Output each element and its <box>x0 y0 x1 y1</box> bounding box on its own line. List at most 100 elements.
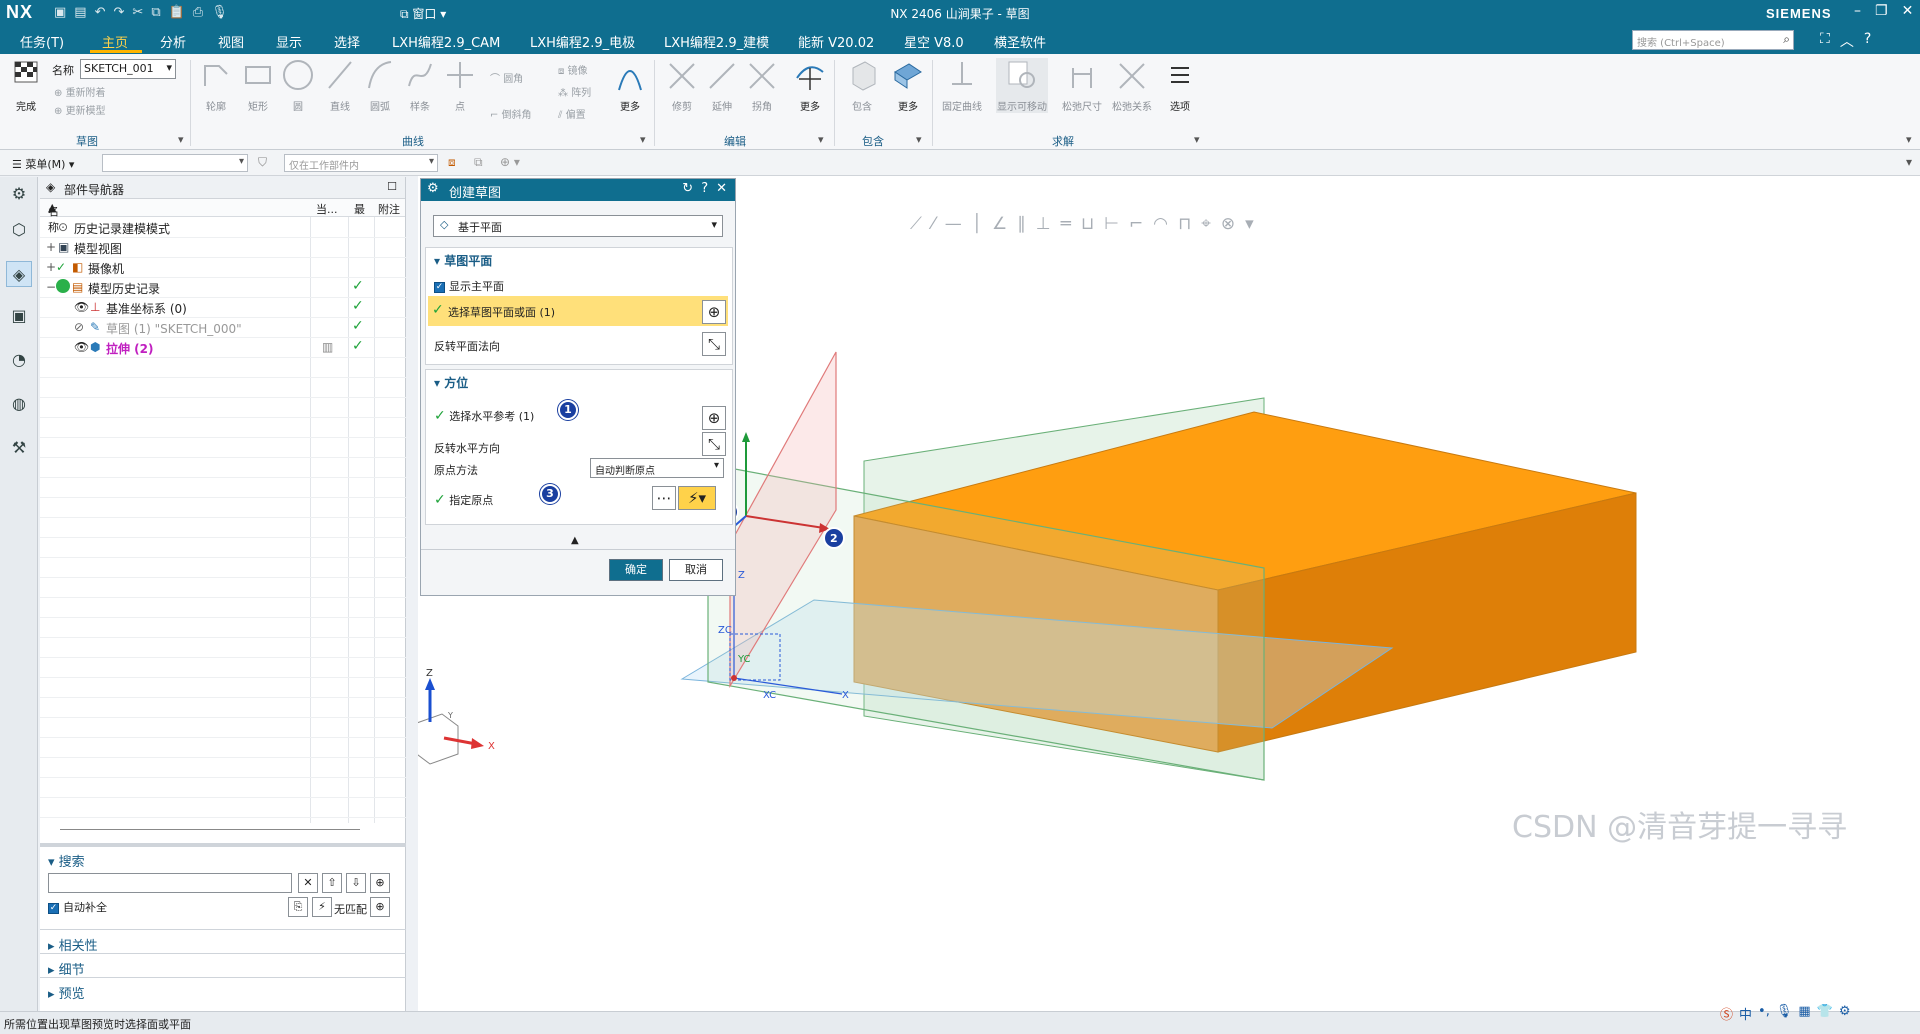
profile-tool[interactable]: 轮廓 <box>194 58 238 113</box>
relax-relation-tool[interactable]: 松弛关系 <box>1110 58 1154 113</box>
include-tool[interactable]: 包含 <box>840 58 884 113</box>
col-note[interactable]: 附注 <box>378 201 400 217</box>
show-main-plane-checkbox[interactable]: ✓ 显示主平面 <box>434 278 504 294</box>
ribbon-expand-icon[interactable]: ▾ <box>1906 133 1912 146</box>
gear-icon[interactable]: ⚙ <box>427 181 439 196</box>
search-target-icon[interactable]: ⊕ <box>370 873 390 893</box>
expand-icon[interactable]: + <box>46 260 56 274</box>
menu-lxh-modeling[interactable]: LXH编程2.9_建模 <box>664 32 769 51</box>
rectangle-tool[interactable]: 矩形 <box>236 58 280 113</box>
offset-button[interactable]: ⫽ 偏置 <box>558 106 586 121</box>
maximize-icon[interactable]: ☐ <box>387 180 397 193</box>
minimize-icon[interactable]: – <box>1854 3 1861 19</box>
tray-item[interactable]: •, <box>1758 1004 1770 1023</box>
search-section-title[interactable]: ▾ 搜索 <box>40 847 406 874</box>
search-options-icon[interactable]: ⎘ <box>288 897 308 917</box>
options-button[interactable]: 选项 <box>1158 58 1202 113</box>
edit-group-expand-icon[interactable]: ▾ <box>818 133 824 146</box>
assembly-navigator-icon[interactable]: ⬡ <box>6 217 32 243</box>
eye-icon[interactable]: 👁 <box>74 300 89 314</box>
inferred-point-button[interactable]: ⚡▾ <box>678 486 716 510</box>
tree-row-camera[interactable]: + ✓ ◧ 摄像机 <box>40 257 406 277</box>
toolbar-expand-icon[interactable]: ▾ <box>1906 155 1912 169</box>
menu-lxh-electrode[interactable]: LXH编程2.9_电极 <box>530 32 635 51</box>
section-toggle[interactable]: ▾ 方位 <box>434 374 468 391</box>
ime-logo-icon[interactable]: Ⓢ <box>1720 1004 1733 1023</box>
tree-row-history-mode[interactable]: ⊙ 历史记录建模模式 <box>40 217 406 237</box>
details-section[interactable]: ▸ 细节 <box>48 959 85 978</box>
snap-icon[interactable]: ⊕ ▾ <box>500 155 520 169</box>
corner-tool[interactable]: 拐角 <box>740 58 784 113</box>
collapse-icon[interactable]: − <box>46 280 56 294</box>
circle-tool[interactable]: 圆 <box>276 58 320 113</box>
section-toggle[interactable]: ▾ 草图平面 <box>434 252 492 269</box>
select-all-icon[interactable]: ⧈ <box>448 155 456 170</box>
menu-view[interactable]: 视图 <box>218 32 244 51</box>
highlight-icon[interactable]: ⊕ <box>370 897 390 917</box>
reverse-normal-button[interactable]: ⤡ <box>702 332 726 356</box>
origin-method-select[interactable]: 自动判断原点 <box>590 458 724 478</box>
curve-group-expand-icon[interactable]: ▾ <box>640 133 646 146</box>
collapse-arrow-icon[interactable]: ▲ <box>571 535 579 546</box>
sketch-type-select[interactable]: ◇ 基于平面 <box>433 215 723 237</box>
help-icon[interactable]: ? <box>1864 31 1871 51</box>
menu-lxh-cam[interactable]: LXH编程2.9_CAM <box>392 32 500 51</box>
view-triad[interactable]: Z X Y <box>418 668 495 765</box>
tray-item[interactable]: 中 <box>1739 1004 1752 1023</box>
search-filter-icon[interactable]: ⚡ <box>312 897 332 917</box>
close-icon[interactable]: ✕ <box>1902 3 1914 19</box>
search-down-icon[interactable]: ⇩ <box>346 873 366 893</box>
arc-tool[interactable]: 圆弧 <box>358 58 402 113</box>
finish-sketch-button[interactable]: 完成 <box>6 58 46 113</box>
type-filter-combo[interactable] <box>102 154 248 172</box>
col-current[interactable]: 当... <box>316 201 338 217</box>
select-horizontal-row[interactable]: ✓ 选择水平参考 (1) <box>434 408 534 424</box>
web-browser-icon[interactable]: ◍ <box>6 391 32 417</box>
clear-search-icon[interactable]: ✕ <box>298 873 318 893</box>
select-plane-button[interactable]: ⊕ <box>702 300 726 324</box>
hidden-eye-icon[interactable]: ⊘ <box>74 320 84 334</box>
menu-task[interactable]: 任务(T) <box>20 32 64 51</box>
pattern-button[interactable]: ⁂ 阵列 <box>558 84 591 99</box>
fix-curve-tool[interactable]: 固定曲线 <box>940 58 984 113</box>
scope-combo[interactable]: 仅在工作部件内 <box>284 154 438 172</box>
collapse-ribbon-icon[interactable]: ︿ <box>1840 31 1854 51</box>
tree-row-model-history[interactable]: − ▤ 模型历史记录 ✓ <box>40 277 406 297</box>
menu-home[interactable]: 主页 <box>102 32 128 51</box>
sketch-group-expand-icon[interactable]: ▾ <box>178 133 184 146</box>
point-tool[interactable]: 点 <box>438 58 482 113</box>
auto-complete-checkbox[interactable]: ✓ 自动补全 <box>48 899 107 915</box>
mirror-button[interactable]: ⧈ 镜像 <box>558 62 588 77</box>
chamfer-button[interactable]: ⌐ 倒斜角 <box>490 106 532 121</box>
relax-dimension-tool[interactable]: 松弛尺寸 <box>1060 58 1104 113</box>
menu-hengsheng[interactable]: 横圣软件 <box>994 32 1046 51</box>
col-latest[interactable]: 最 <box>354 201 365 217</box>
tray-item[interactable]: 👕 <box>1817 1004 1833 1023</box>
specify-origin-row[interactable]: ✓ 指定原点 <box>434 492 493 508</box>
menu-display[interactable]: 显示 <box>276 32 302 51</box>
menu-xingkong[interactable]: 星空 V8.0 <box>904 32 964 51</box>
line-tool[interactable]: 直线 <box>318 58 362 113</box>
trim-tool[interactable]: 修剪 <box>660 58 704 113</box>
relations-section[interactable]: ▸ 相关性 <box>48 935 98 954</box>
extend-tool[interactable]: 延伸 <box>700 58 744 113</box>
menu-select[interactable]: 选择 <box>334 32 360 51</box>
reattach-button[interactable]: ⊕ 重新附着 <box>54 84 106 99</box>
spline-tool[interactable]: 样条 <box>398 58 442 113</box>
solve-group-expand-icon[interactable]: ▾ <box>1194 133 1200 146</box>
close-icon[interactable]: ✕ <box>716 181 727 196</box>
part-navigator-icon[interactable]: ◈ <box>6 261 32 287</box>
ok-button[interactable]: 确定 <box>609 559 663 581</box>
select-horizontal-button[interactable]: ⊕ <box>702 406 726 430</box>
search-icon[interactable]: ⌕ <box>1783 32 1790 47</box>
include-more-button[interactable]: 更多 <box>886 58 930 113</box>
tree-row-extrude[interactable]: 👁 ⬢ 拉伸 (2) ▥ ✓ <box>40 337 406 357</box>
show-movable-tool[interactable]: 显示可移动 <box>996 58 1048 113</box>
tray-item[interactable]: 🎙 <box>1776 1004 1793 1023</box>
curve-more-button[interactable]: 更多 <box>608 58 652 113</box>
command-search-input[interactable]: 搜索 (Ctrl+Space) ⌕ <box>1632 30 1794 50</box>
reset-icon[interactable]: ↻ <box>682 181 693 196</box>
roles-icon[interactable]: ⚒ <box>6 435 32 461</box>
preview-section[interactable]: ▸ 预览 <box>48 983 85 1002</box>
col-name[interactable]: 名称 ▲ <box>48 201 59 234</box>
